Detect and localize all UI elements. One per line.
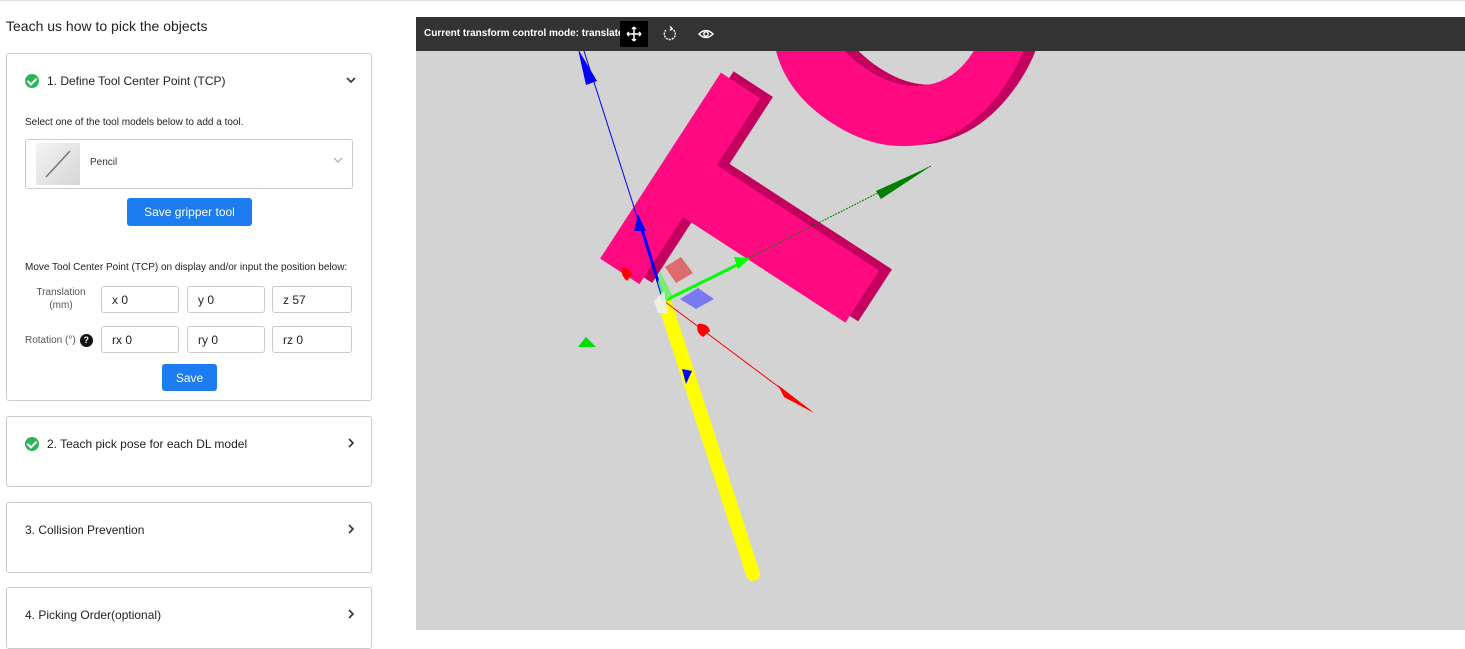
step-4-title: 4. Picking Order(optional): [25, 608, 162, 622]
chevron-right-icon[interactable]: [345, 523, 357, 538]
step-3-header[interactable]: 3. Collision Prevention: [25, 523, 144, 537]
step-1-panel: 1. Define Tool Center Point (TCP) Select…: [6, 53, 372, 401]
step-2-header[interactable]: 2. Teach pick pose for each DL model: [25, 437, 247, 451]
eye-icon[interactable]: [692, 21, 720, 47]
step-4-header[interactable]: 4. Picking Order(optional): [25, 608, 161, 622]
step-2-panel[interactable]: 2. Teach pick pose for each DL model: [6, 416, 372, 487]
rotate-icon[interactable]: [656, 21, 684, 47]
step-1-header[interactable]: 1. Define Tool Center Point (TCP): [25, 74, 226, 88]
help-icon[interactable]: ?: [79, 334, 93, 347]
move-tcp-hint: Move Tool Center Point (TCP) on display …: [25, 262, 348, 273]
rz-input[interactable]: rz 0: [272, 326, 352, 353]
z-axis-arrow: [578, 51, 597, 85]
3d-scene[interactable]: TCP TCP: [416, 51, 1465, 630]
pencil-thumbnail: [36, 143, 80, 185]
tool-select[interactable]: Pencil: [25, 139, 353, 189]
step-2-title: 2. Teach pick pose for each DL model: [47, 437, 248, 451]
save-button[interactable]: Save: [162, 364, 217, 391]
tcp-3d-text: TCP TCP: [544, 51, 1265, 433]
check-icon: [25, 74, 39, 88]
tcp-text-face: TCP: [544, 51, 1252, 433]
step-3-title: 3. Collision Prevention: [25, 523, 145, 537]
rotation-label: Rotation (°)?: [25, 334, 93, 347]
ry-input[interactable]: ry 0: [187, 326, 265, 353]
gizmo-y-neg-marker[interactable]: [578, 337, 596, 347]
step-4-panel[interactable]: 4. Picking Order(optional): [6, 587, 372, 649]
chevron-down-icon: [332, 154, 344, 169]
3d-viewer[interactable]: Current transform control mode: translat…: [416, 17, 1465, 630]
transform-mode-text: Current transform control mode: translat…: [424, 28, 624, 39]
translate-icon[interactable]: [620, 21, 648, 47]
save-gripper-button[interactable]: Save gripper tool: [127, 198, 252, 226]
viewer-toolbar: Current transform control mode: translat…: [416, 17, 1465, 51]
tool-select-hint: Select one of the tool models below to a…: [25, 117, 244, 128]
y-input[interactable]: y 0: [187, 286, 265, 313]
translation-label: Translation (mm): [36, 287, 86, 311]
chevron-down-icon[interactable]: [345, 74, 357, 89]
z-input[interactable]: z 57: [272, 286, 352, 313]
left-panel: Teach us how to pick the objects 1. Defi…: [0, 0, 390, 649]
chevron-right-icon[interactable]: [345, 437, 357, 452]
rx-input[interactable]: rx 0: [101, 326, 179, 353]
check-icon: [25, 437, 39, 451]
step-1-title: 1. Define Tool Center Point (TCP): [47, 74, 226, 88]
tool-name: Pencil: [90, 157, 118, 168]
page-title: Teach us how to pick the objects: [6, 18, 208, 34]
chevron-right-icon[interactable]: [345, 608, 357, 623]
step-3-panel[interactable]: 3. Collision Prevention: [6, 502, 372, 573]
x-input[interactable]: x 0: [101, 286, 179, 313]
